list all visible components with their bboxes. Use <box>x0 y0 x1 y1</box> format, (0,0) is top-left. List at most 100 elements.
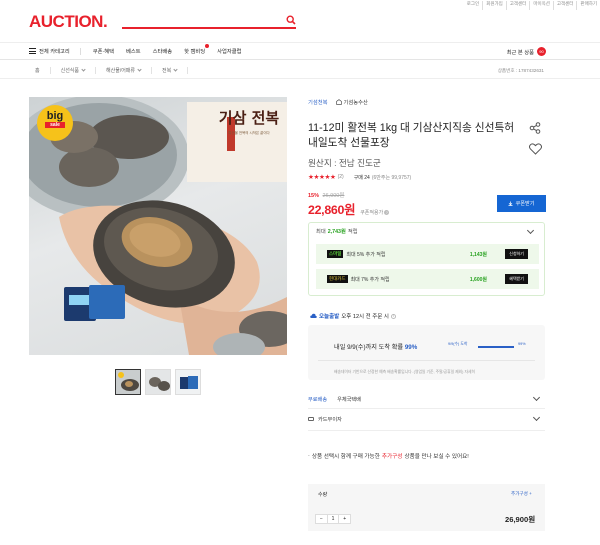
benefit-button[interactable]: 혜택받기 <box>505 274 528 284</box>
util-link[interactable]: 판매하기 <box>576 1 600 10</box>
util-links: 로그인 회원가입 고객센터 마이옥션 고객센터 판매하기 <box>464 0 600 10</box>
arrival-text: 내일 9/9(수)까지 도착 확률 <box>334 344 404 351</box>
thumbnail[interactable] <box>115 369 141 395</box>
divider <box>318 360 535 361</box>
info-icon[interactable]: i <box>390 313 396 319</box>
today-shipping-label: 오늘출발 <box>319 314 340 320</box>
gnb-item-best[interactable]: 베스트 <box>126 47 141 55</box>
buy-count-sub: (6만주는 99,9757) <box>371 174 412 181</box>
apply-button[interactable]: 신청하기 <box>505 249 528 259</box>
coupon-button[interactable]: 쿠폰받기 <box>497 195 546 212</box>
thumbnail[interactable] <box>175 369 201 395</box>
notice-bullet: · <box>308 453 310 459</box>
store-link[interactable]: 기섬농수산 <box>335 98 368 106</box>
recent-count-badge: 90 <box>537 47 546 56</box>
coupon-price-text: 쿠폰적용가 <box>360 210 384 216</box>
shipping-note: 배송데이터 기반으로 산정한 예측 배송확률입니다. (영업일 기준, 주말/공… <box>334 370 475 374</box>
seller-info: 기섬천복 기섬농수산 <box>308 98 368 106</box>
discount-row: 15% 26,900원 <box>308 191 344 199</box>
gnb-item-business[interactable]: 사업자클럽 <box>217 47 241 55</box>
option-value: 우체국택배 <box>337 396 361 403</box>
badge-sale-text: sale <box>45 122 65 128</box>
chevron-down-icon <box>137 67 142 72</box>
thumbnail-image <box>146 370 170 394</box>
rating-row[interactable]: ★★★★★ (2) 구매 24 (6만주는 99,9757) <box>308 173 411 181</box>
product-main-image[interactable]: big sale 기삼 전복 특산물 전복의 시작은 끝이다 <box>29 97 287 355</box>
plus-button[interactable]: + <box>339 515 350 523</box>
discount-rate: 15% <box>308 193 320 199</box>
coupon-price-label: 쿠폰적용가 ? <box>360 209 390 216</box>
reward-row-value: 1,600원 <box>469 276 487 283</box>
util-link[interactable]: 회원가입 <box>482 1 506 10</box>
big-sale-badge: big sale <box>43 111 67 128</box>
breadcrumb-label: 해산물/어패류 <box>106 68 136 74</box>
reward-header[interactable]: 최대 2,743원 적립 <box>316 227 358 235</box>
recent-items-button[interactable]: 최근 본 상품 90 <box>507 47 546 56</box>
notice-prefix: 상품 선택시 함께 구매 가능한 <box>311 454 380 460</box>
product-title: 11-12미 활전복 1kg 대 기삼산지직송 신선특허 내일도착 선물포장 <box>308 122 515 149</box>
hamburger-icon[interactable] <box>29 48 36 54</box>
gnb-item-hot-bidding[interactable]: 핫 캠비딩 <box>184 44 210 55</box>
origin-label: 원산지 : 전남 진도군 <box>308 158 381 168</box>
brand-card: 기삼 전복 특산물 전복의 시작은 끝이다 <box>217 107 281 136</box>
badge-label: 현대카드 <box>329 276 346 281</box>
thumbnail[interactable] <box>145 369 171 395</box>
util-link[interactable]: 로그인 <box>464 1 482 10</box>
share-icon[interactable] <box>529 122 541 134</box>
option-label: 무료배송 <box>308 396 328 403</box>
product-number: 상품번호 : 1787432631 <box>497 68 544 73</box>
new-badge <box>205 44 210 48</box>
reward-prefix: 최대 <box>316 229 326 235</box>
reward-amount: 2,743원 <box>327 229 346 235</box>
breadcrumb-item[interactable]: 해산물/어패류 <box>96 67 153 74</box>
gnb-item-coupon[interactable]: 쿠폰·혜택 <box>93 47 114 55</box>
free-shipping-row[interactable]: 무료배송 우체국택배 <box>308 389 545 409</box>
divider <box>79 47 81 55</box>
smile-card-badge: 스마일 <box>327 250 344 258</box>
help-icon[interactable]: ? <box>384 210 390 215</box>
quantity-input[interactable]: 1 <box>326 515 340 523</box>
sale-price: 22,860원 <box>308 203 356 217</box>
card-icon <box>308 417 314 421</box>
search-icon[interactable] <box>286 15 296 25</box>
thumbnail-image <box>176 370 200 394</box>
shipping-header: 오늘출발 오후 12시 전 주문 시 i <box>310 312 396 320</box>
thumbnail-image <box>116 370 140 394</box>
notice-suffix: 상품을 만나 보실 수 있어요! <box>404 454 469 460</box>
divider <box>308 430 545 431</box>
reward-row-text: 최대 5% 추가 적립 <box>346 251 386 258</box>
util-link[interactable]: 마이옥션 <box>529 1 553 10</box>
util-link[interactable]: 고객센터 <box>552 1 577 10</box>
gnb-item-star-delivery[interactable]: 스타배송 <box>153 47 173 55</box>
download-icon <box>508 201 513 206</box>
review-count[interactable]: (2) <box>338 174 344 180</box>
recent-items-label: 최근 본 상품 <box>506 49 534 56</box>
breadcrumb-item[interactable]: 전복 <box>152 67 189 74</box>
breadcrumb-item[interactable]: 신선식품 <box>51 67 97 74</box>
seller-link[interactable]: 기섬천복 <box>308 98 328 106</box>
card-installment-row[interactable]: 카드무이자 <box>308 409 545 429</box>
util-link[interactable]: 고객센터 <box>505 1 530 10</box>
reward-suffix: 적립 <box>347 229 358 235</box>
heart-icon[interactable] <box>529 143 542 155</box>
search-input[interactable] <box>122 15 296 29</box>
auction-logo[interactable]: AUCTION. <box>29 12 108 32</box>
chevron-down-icon <box>532 413 541 422</box>
bar-label-left: 9/9(수) 도착 <box>448 342 468 346</box>
notice-highlight: 추가구성 <box>381 454 403 460</box>
minus-button[interactable]: − <box>316 515 327 523</box>
chevron-down-icon <box>532 393 541 402</box>
store-name: 기섬농수산 <box>343 100 368 106</box>
add-option-button[interactable]: 추가구성 + <box>511 491 532 497</box>
cloud-icon <box>310 313 317 318</box>
quantity-label: 수량 <box>318 492 328 498</box>
original-price: 26,900원 <box>322 193 345 199</box>
reward-row: 스마일 최대 5% 추가 적립 1,143원 신청하기 <box>316 244 539 264</box>
breadcrumb-home[interactable]: 홈 <box>29 67 51 74</box>
thumbnail-list <box>115 369 201 395</box>
gnb-menu: 전체 카테고리 쿠폰·혜택 베스트 스타배송 핫 캠비딩 사업자클럽 <box>29 44 241 55</box>
add-on-notice: · 상품 선택시 함께 구매 가능한 추가구성 상품을 만나 보실 수 있어요! <box>308 452 469 460</box>
reward-row-text: 최대 7% 추가 적립 <box>350 276 390 283</box>
reward-row-value: 1,143원 <box>469 251 487 258</box>
all-categories-button[interactable]: 전체 카테고리 <box>39 47 70 55</box>
